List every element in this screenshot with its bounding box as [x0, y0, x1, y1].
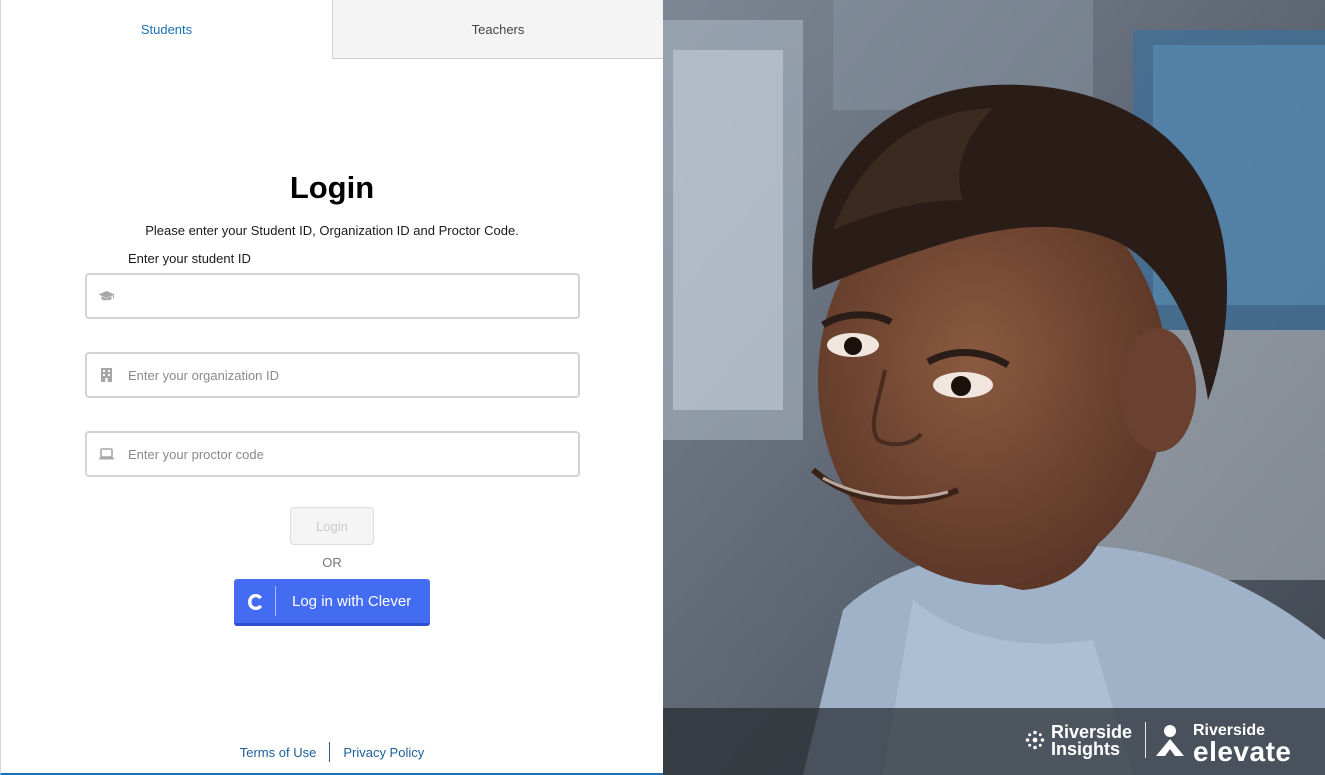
- login-instructions: Please enter your Student ID, Organizati…: [145, 223, 519, 238]
- student-id-label: Enter your student ID: [128, 251, 251, 266]
- clever-divider: [275, 586, 276, 616]
- terms-of-use-link[interactable]: Terms of Use: [240, 745, 317, 760]
- riverside-insights-burst-icon: [1025, 730, 1045, 750]
- clever-login-button[interactable]: Log in with Clever: [234, 579, 430, 626]
- footer-separator: [329, 742, 331, 762]
- login-button[interactable]: Login: [290, 507, 374, 545]
- footer-links: Terms of Use Privacy Policy: [1, 742, 663, 762]
- or-divider: OR: [322, 555, 342, 570]
- student-id-input[interactable]: [128, 275, 570, 317]
- proctor-code-field[interactable]: [85, 431, 580, 477]
- clever-button-label: Log in with Clever: [292, 593, 412, 610]
- privacy-policy-link[interactable]: Privacy Policy: [343, 745, 424, 760]
- hero-image-panel: Riverside Insights Riverside elevate: [663, 0, 1325, 775]
- tab-teachers[interactable]: Teachers: [332, 0, 663, 59]
- page-title: Login: [289, 170, 375, 205]
- role-tabs: Students Teachers: [1, 0, 663, 59]
- clever-c-icon: [248, 594, 263, 610]
- brand-separator: [1145, 722, 1146, 758]
- riverside-insights-wordmark: Riverside Insights: [1051, 723, 1132, 759]
- laptop-icon: [99, 448, 114, 460]
- organization-id-field[interactable]: [85, 352, 580, 398]
- brand-bar: Riverside Insights Riverside elevate: [663, 708, 1325, 775]
- building-icon: [101, 368, 112, 382]
- elevate-wordmark: elevate: [1193, 736, 1292, 767]
- tab-students-label: Students: [140, 22, 193, 37]
- tab-teachers-label: Teachers: [471, 21, 525, 37]
- student-photo: [663, 0, 1325, 775]
- riverside-insights-line2: Insights: [1051, 739, 1121, 759]
- student-id-field[interactable]: [85, 273, 580, 319]
- tab-students[interactable]: Students: [1, 0, 332, 59]
- login-panel: Students Teachers Login Please enter you…: [0, 0, 663, 775]
- organization-id-input[interactable]: [128, 354, 570, 396]
- elevate-person-icon: [1156, 725, 1184, 756]
- graduation-cap-icon: [98, 291, 115, 301]
- proctor-code-input[interactable]: [128, 433, 570, 475]
